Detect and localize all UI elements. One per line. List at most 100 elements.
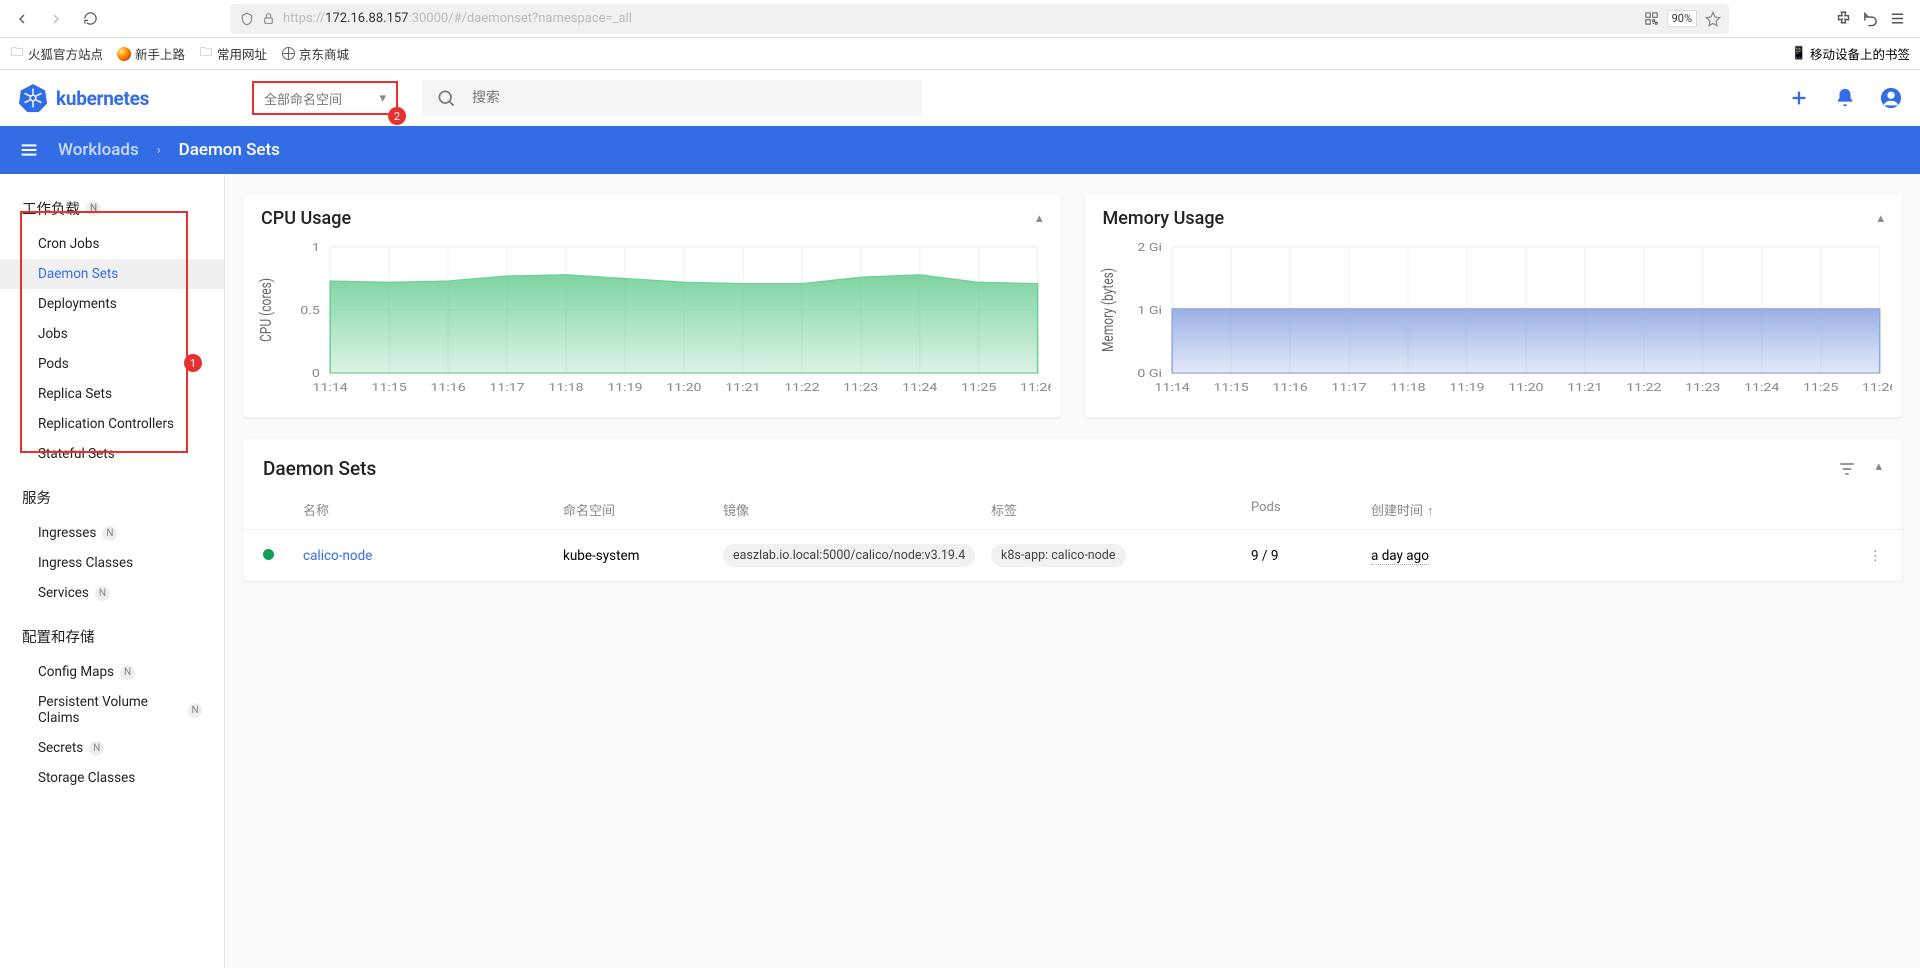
- sidebar-group-workloads[interactable]: 工作负载N: [0, 192, 224, 229]
- cpu-usage-card: CPU Usage ▴ 00.5111:1411:1511:1611:1711:…: [243, 194, 1061, 417]
- bookmark-item[interactable]: 京东商城: [281, 44, 349, 63]
- col-pods[interactable]: Pods: [1251, 500, 1371, 519]
- sidebar-group-config[interactable]: 配置和存储: [0, 620, 224, 657]
- collapse-icon[interactable]: ▴: [1036, 211, 1043, 226]
- logo[interactable]: kubernetes: [18, 83, 228, 113]
- filter-icon[interactable]: [1837, 459, 1857, 479]
- user-icon[interactable]: [1880, 87, 1902, 109]
- sort-arrow-up-icon: ↑: [1427, 504, 1434, 519]
- row-created: a day ago: [1371, 548, 1429, 565]
- nav-forward-button[interactable]: [42, 5, 70, 33]
- col-namespace[interactable]: 命名空间: [563, 500, 723, 519]
- bookmark-item[interactable]: 🗀常用网址: [199, 44, 267, 63]
- bell-icon[interactable]: [1834, 87, 1856, 109]
- svg-text:Memory (bytes): Memory (bytes): [1099, 268, 1117, 352]
- search-input[interactable]: [472, 90, 908, 106]
- hamburger-icon[interactable]: [18, 139, 40, 161]
- sidebar-item-replication-controllers[interactable]: Replication Controllers: [0, 409, 224, 439]
- add-button[interactable]: [1788, 87, 1810, 109]
- cpu-card-title: CPU Usage: [261, 208, 351, 229]
- col-name[interactable]: 名称: [303, 500, 563, 519]
- collapse-icon[interactable]: ▴: [1877, 211, 1884, 226]
- status-dot-icon: [263, 549, 274, 560]
- bookmark-item[interactable]: 🗀火狐官方站点: [10, 44, 103, 63]
- folder-icon: 🗀: [199, 47, 213, 61]
- kubernetes-logo-icon: [18, 83, 48, 113]
- folder-icon: 🗀: [10, 47, 24, 61]
- label-chip[interactable]: k8s-app: calico-node: [991, 544, 1126, 567]
- n-badge-icon: N: [102, 526, 117, 541]
- sidebar-item-replica-sets[interactable]: Replica Sets: [0, 379, 224, 409]
- nav-back-button[interactable]: [8, 5, 36, 33]
- sidebar-item-deployments[interactable]: Deployments: [0, 289, 224, 319]
- svg-text:2 Gi: 2 Gi: [1137, 241, 1162, 254]
- table-row[interactable]: calico-nodekube-systemeaszlab.io.local:5…: [243, 530, 1902, 581]
- sidebar-item-services[interactable]: Services N: [0, 578, 224, 608]
- svg-text:0 Gi: 0 Gi: [1137, 367, 1162, 380]
- annotation-badge-2: 2: [388, 107, 406, 125]
- svg-text:1 Gi: 1 Gi: [1137, 304, 1162, 317]
- nav-reload-button[interactable]: [76, 5, 104, 33]
- svg-text:11:16: 11:16: [430, 381, 465, 394]
- search-box[interactable]: [422, 80, 922, 116]
- svg-text:11:20: 11:20: [666, 381, 701, 394]
- sidebar-item-cron-jobs[interactable]: Cron Jobs: [0, 229, 224, 259]
- device-icon: 📱: [1792, 47, 1806, 61]
- svg-text:11:14: 11:14: [313, 381, 348, 394]
- col-label[interactable]: 标签: [991, 500, 1251, 519]
- col-image[interactable]: 镜像: [723, 500, 991, 519]
- collapse-icon[interactable]: ▴: [1875, 459, 1882, 479]
- extension-icon[interactable]: [1835, 10, 1852, 27]
- bookmarks-bar: 🗀火狐官方站点 新手上路 🗀常用网址 京东商城 📱移动设备上的书签: [0, 38, 1920, 70]
- memory-usage-card: Memory Usage ▴ 0 Gi1 Gi2 Gi11:1411:1511:…: [1085, 194, 1903, 417]
- image-chip[interactable]: easzlab.io.local:5000/calico/node:v3.19.…: [723, 544, 975, 567]
- annotation-badge-1: 1: [184, 354, 202, 372]
- bookmark-item[interactable]: 新手上路: [117, 44, 185, 63]
- memory-chart: 0 Gi1 Gi2 Gi11:1411:1511:1611:1711:1811:…: [1095, 239, 1893, 399]
- globe-icon: [281, 47, 295, 61]
- sidebar-item-ingress-classes[interactable]: Ingress Classes: [0, 548, 224, 578]
- content-area: CPU Usage ▴ 00.5111:1411:1511:1611:1711:…: [225, 174, 1920, 968]
- n-badge-icon: N: [120, 665, 135, 680]
- qr-icon[interactable]: [1644, 11, 1659, 26]
- svg-text:11:21: 11:21: [1567, 381, 1602, 394]
- svg-text:11:19: 11:19: [1449, 381, 1484, 394]
- star-icon[interactable]: [1705, 11, 1721, 27]
- address-bar[interactable]: https://172.16.88.157:30000/#/daemonset?…: [230, 4, 1729, 34]
- sidebar-item-daemon-sets[interactable]: Daemon Sets: [0, 259, 224, 289]
- zoom-badge[interactable]: 90%: [1667, 10, 1697, 27]
- mobile-bookmarks[interactable]: 📱移动设备上的书签: [1792, 44, 1910, 63]
- sidebar-item-config-maps[interactable]: Config Maps N: [0, 657, 224, 687]
- sidebar-item-persistent-volume-claims[interactable]: Persistent Volume Claims N: [0, 687, 224, 733]
- row-menu-button[interactable]: ⋮: [1869, 548, 1883, 564]
- sidebar-item-storage-classes[interactable]: Storage Classes: [0, 763, 224, 793]
- svg-text:CPU (cores): CPU (cores): [258, 278, 276, 342]
- undo-icon[interactable]: [1862, 10, 1879, 27]
- row-pods: 9 / 9: [1251, 548, 1371, 564]
- sidebar-item-stateful-sets[interactable]: Stateful Sets: [0, 439, 224, 469]
- sidebar-group-services[interactable]: 服务: [0, 481, 224, 518]
- url-text: https://172.16.88.157:30000/#/daemonset?…: [283, 11, 632, 26]
- svg-text:11:17: 11:17: [489, 381, 524, 394]
- breadcrumb-root[interactable]: Workloads: [58, 140, 139, 160]
- sidebar-item-ingresses[interactable]: Ingresses N: [0, 518, 224, 548]
- n-badge-icon: N: [89, 741, 104, 756]
- svg-text:11:20: 11:20: [1508, 381, 1543, 394]
- namespace-selector[interactable]: 全部命名空间 ▾: [252, 81, 398, 115]
- svg-text:0: 0: [312, 367, 320, 380]
- menu-icon[interactable]: [1889, 10, 1906, 27]
- browser-toolbar: https://172.16.88.157:30000/#/daemonset?…: [0, 0, 1920, 38]
- col-created[interactable]: 创建时间↑: [1371, 500, 1491, 519]
- sidebar-item-secrets[interactable]: Secrets N: [0, 733, 224, 763]
- row-name-link[interactable]: calico-node: [303, 548, 372, 564]
- svg-text:11:18: 11:18: [1390, 381, 1425, 394]
- svg-text:0.5: 0.5: [300, 304, 320, 317]
- sidebar-item-jobs[interactable]: Jobs: [0, 319, 224, 349]
- svg-text:11:24: 11:24: [1744, 381, 1779, 394]
- svg-text:11:15: 11:15: [372, 381, 407, 394]
- shield-icon: [240, 12, 254, 26]
- svg-text:11:16: 11:16: [1272, 381, 1307, 394]
- firefox-icon: [117, 47, 131, 61]
- chevron-right-icon: ›: [157, 143, 161, 158]
- svg-text:11:18: 11:18: [548, 381, 583, 394]
